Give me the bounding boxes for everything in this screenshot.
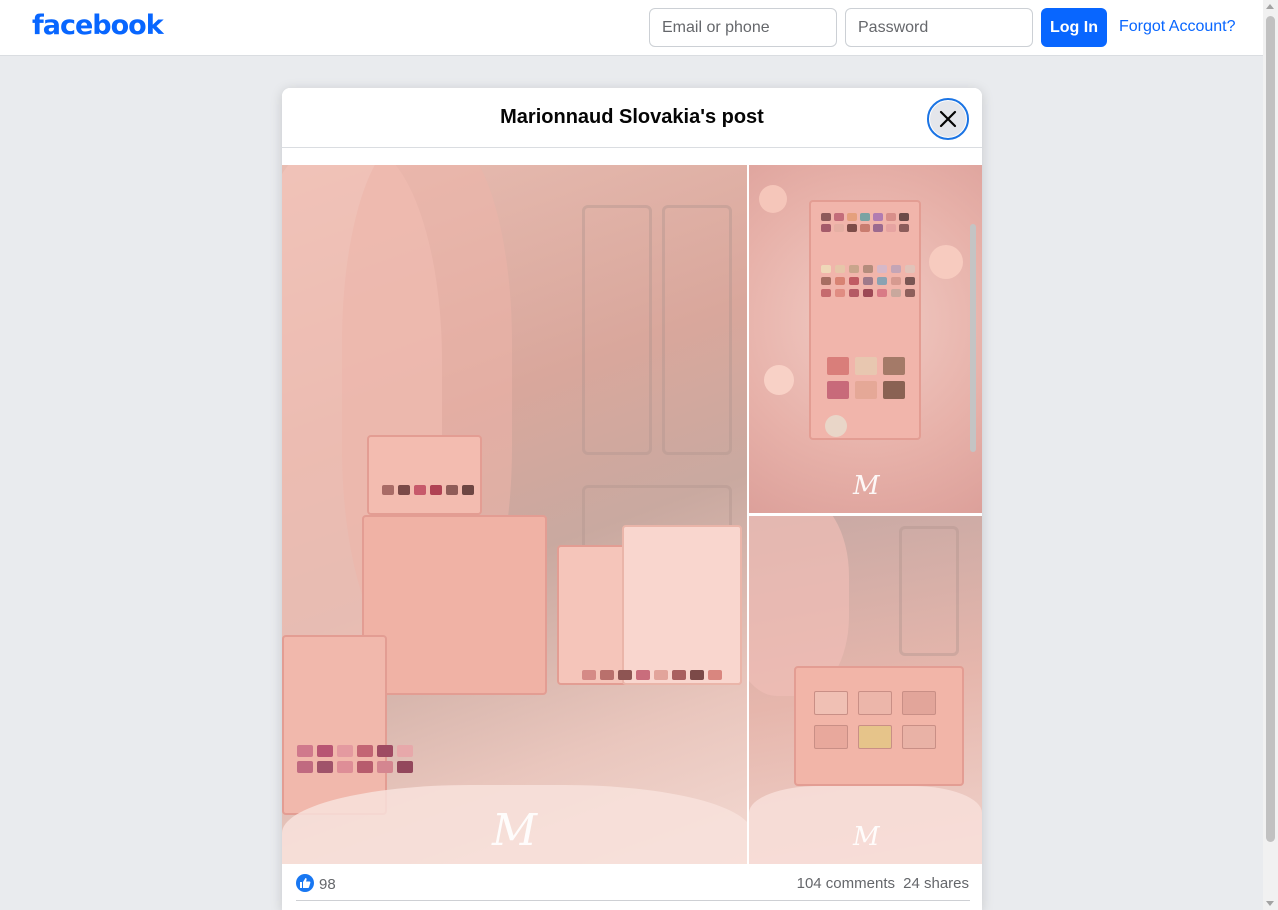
photo-collage: M M M	[282, 165, 982, 864]
email-field[interactable]	[649, 8, 837, 47]
close-button[interactable]	[927, 98, 969, 140]
dialog-header: Marionnaud Slovakia's post	[282, 88, 982, 148]
shares-count[interactable]: 24 shares	[903, 875, 969, 892]
login-button[interactable]: Log In	[1041, 8, 1107, 47]
scrollbar-thumb[interactable]	[1266, 16, 1275, 842]
top-right-photo[interactable]: M	[749, 165, 982, 513]
post-dialog: Marionnaud Slovakia's post M M M 98 104 …	[282, 88, 982, 910]
divider	[296, 900, 970, 901]
close-icon	[939, 110, 957, 128]
like-count[interactable]: 98	[319, 876, 336, 893]
comments-count[interactable]: 104 comments	[797, 875, 895, 892]
bottom-right-photo[interactable]: M	[749, 516, 982, 864]
marionnaud-watermark: M	[853, 471, 880, 501]
like-reaction-icon[interactable]	[296, 874, 314, 892]
facebook-logo[interactable]: facebook	[32, 10, 164, 41]
engagement-bar: 98 104 comments 24 shares	[282, 864, 982, 910]
top-navigation-bar: facebook Log In Forgot Account?	[0, 0, 1263, 56]
page-scrollbar[interactable]	[1263, 0, 1278, 910]
thumbs-up-icon	[300, 878, 311, 888]
main-photo[interactable]: M	[282, 165, 747, 864]
forgot-account-link[interactable]: Forgot Account?	[1119, 18, 1236, 36]
marionnaud-watermark: M	[492, 805, 538, 856]
password-field[interactable]	[845, 8, 1033, 47]
marionnaud-watermark: M	[853, 822, 880, 852]
scroll-up-icon[interactable]	[1266, 4, 1274, 9]
dialog-title: Marionnaud Slovakia's post	[500, 106, 764, 128]
dialog-scrollbar-thumb[interactable]	[970, 224, 976, 452]
scroll-down-icon[interactable]	[1266, 901, 1274, 906]
